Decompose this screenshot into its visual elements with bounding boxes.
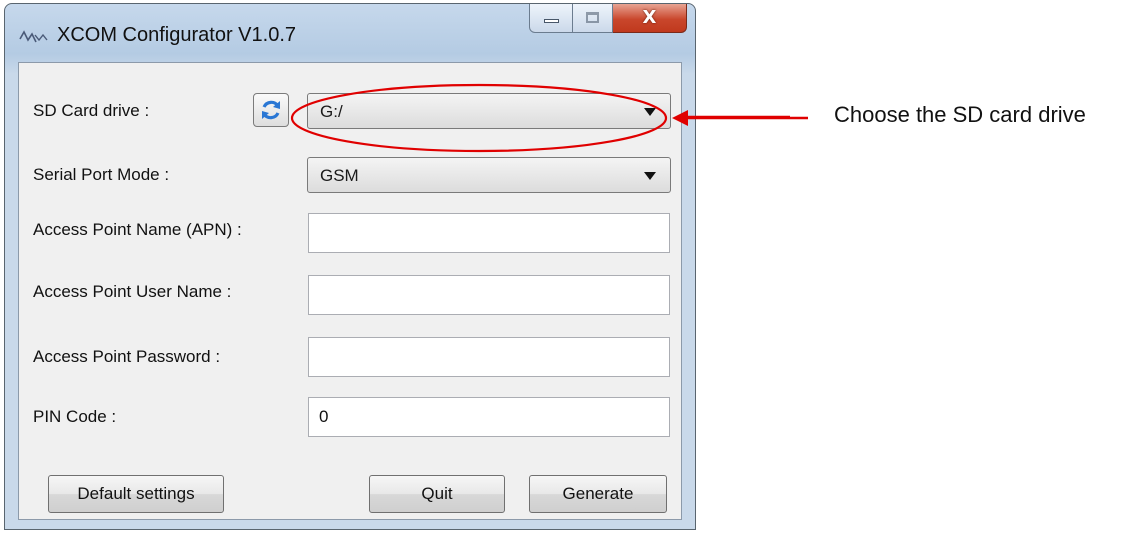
ap-user-name-field-box <box>308 275 670 315</box>
annotation-ellipse <box>290 83 668 153</box>
minimize-icon <box>544 19 559 23</box>
pin-code-label: PIN Code : <box>33 407 117 426</box>
generate-button[interactable]: Generate <box>529 475 667 513</box>
close-icon: X <box>642 7 657 28</box>
sd-card-label: SD Card drive : <box>33 101 150 120</box>
ap-password-input[interactable] <box>309 338 669 376</box>
refresh-icon <box>262 100 280 120</box>
apn-input[interactable] <box>309 214 669 252</box>
apn-label: Access Point Name (APN) : <box>33 220 242 239</box>
refresh-button[interactable] <box>253 93 289 127</box>
pin-code-field-box <box>308 397 670 437</box>
window-title: XCOM Configurator V1.0.7 <box>57 24 296 46</box>
waveform-icon <box>19 30 48 43</box>
ap-user-name-input[interactable] <box>309 276 669 314</box>
quit-button[interactable]: Quit <box>369 475 505 513</box>
ap-user-name-label: Access Point User Name : <box>33 282 232 301</box>
annotation-label: Choose the SD card drive <box>834 102 1086 127</box>
apn-field-box <box>308 213 670 253</box>
serial-port-mode-label: Serial Port Mode : <box>33 165 170 184</box>
annotation-arrow <box>672 110 808 126</box>
serial-port-mode-dropdown[interactable]: GSM <box>307 157 671 193</box>
pin-code-input[interactable] <box>309 398 669 436</box>
ap-password-field-box <box>308 337 670 377</box>
chevron-down-icon <box>644 172 656 180</box>
close-button[interactable]: X <box>613 4 687 33</box>
ap-password-label: Access Point Password : <box>33 347 221 366</box>
minimize-button[interactable] <box>529 4 573 33</box>
maximize-button[interactable] <box>573 4 613 33</box>
maximize-icon <box>586 12 599 23</box>
window-controls: X <box>529 4 687 34</box>
title-bar[interactable]: XCOM Configurator V1.0.7 X <box>5 4 695 62</box>
serial-port-mode-value: GSM <box>320 166 359 185</box>
default-settings-button[interactable]: Default settings <box>48 475 224 513</box>
